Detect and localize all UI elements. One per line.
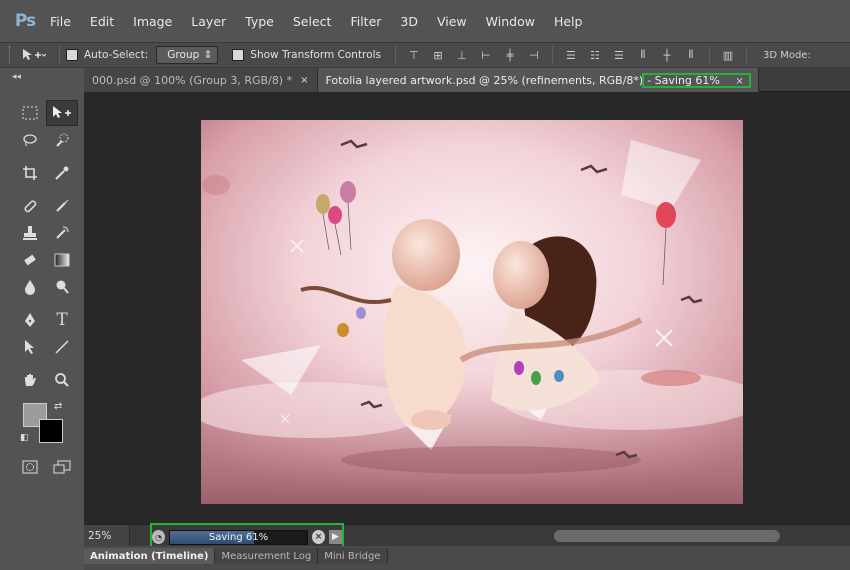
bottom-panel-tabs: Animation (Timeline) Measurement Log Min… xyxy=(84,546,850,570)
document-tab-label: Fotolia layered artwork.psd @ 25% (refin… xyxy=(325,73,644,87)
menu-edit[interactable]: Edit xyxy=(90,14,114,29)
stamp-icon[interactable] xyxy=(14,220,46,246)
menu-file[interactable]: File xyxy=(50,14,71,29)
history-brush-icon[interactable] xyxy=(46,220,78,246)
document-tab-label: 000.psd @ 100% (Group 3, RGB/8) * xyxy=(92,73,293,87)
auto-align-icon[interactable]: ▥ xyxy=(720,47,736,63)
dodge-icon[interactable] xyxy=(46,274,78,300)
align-vcenter-icon[interactable]: ⊞ xyxy=(430,47,446,63)
3d-mode-label: 3D Mode: xyxy=(762,49,811,61)
separator xyxy=(394,46,396,64)
menu-window[interactable]: Window xyxy=(486,14,535,29)
menu-image[interactable]: Image xyxy=(133,14,172,29)
document-tab-2[interactable]: Fotolia layered artwork.psd @ 25% (refin… xyxy=(317,68,759,92)
healing-icon[interactable] xyxy=(14,193,46,219)
transform-controls-label: Show Transform Controls xyxy=(250,49,381,61)
tab-animation-timeline[interactable]: Animation (Timeline) xyxy=(84,548,216,564)
background-color-swatch[interactable] xyxy=(39,419,63,443)
align-top-icon[interactable]: ⊤ xyxy=(406,47,422,63)
separator xyxy=(59,46,60,64)
auto-select-dropdown[interactable]: Group ⇕ xyxy=(156,46,219,64)
menu-type[interactable]: Type xyxy=(245,14,274,29)
zoom-level[interactable]: 25% xyxy=(84,524,130,547)
separator xyxy=(745,46,747,64)
canvas[interactable] xyxy=(201,120,743,504)
saving-status: - Saving 61% xyxy=(647,73,720,87)
distribute-vcenter-icon[interactable]: ☷ xyxy=(587,47,603,63)
menu-3d[interactable]: 3D xyxy=(400,14,418,29)
separator xyxy=(708,46,710,64)
move-icon[interactable] xyxy=(46,100,78,126)
saving-status-highlight: - Saving 61% × xyxy=(642,72,751,88)
lasso-icon[interactable] xyxy=(14,127,46,153)
hand-icon[interactable] xyxy=(14,367,46,393)
saving-progress-bar: Saving 61% xyxy=(168,529,309,545)
gradient-icon[interactable] xyxy=(46,247,78,273)
align-left-icon[interactable]: ⊢ xyxy=(478,47,494,63)
line-icon[interactable] xyxy=(46,334,78,360)
blur-icon[interactable] xyxy=(14,274,46,300)
color-swatches: ⇄ ◧ xyxy=(14,400,80,454)
document-area: 000.psd @ 100% (Group 3, RGB/8) * × Foto… xyxy=(84,68,850,546)
brush-icon[interactable] xyxy=(46,193,78,219)
distribute-left-icon[interactable]: ⦀ xyxy=(635,47,651,63)
tab-mini-bridge[interactable]: Mini Bridge xyxy=(318,548,388,564)
type-icon[interactable]: T xyxy=(46,307,78,333)
move-tool-preset[interactable] xyxy=(13,47,53,63)
status-bar: 25% ◔ Saving 61% × ▶ xyxy=(84,523,850,551)
status-menu-arrow-icon[interactable]: ▶ xyxy=(329,530,342,544)
path-select-icon[interactable] xyxy=(14,334,46,360)
align-hcenter-icon[interactable]: ╪ xyxy=(502,47,518,63)
move-icon xyxy=(23,49,46,60)
document-tab-1[interactable]: 000.psd @ 100% (Group 3, RGB/8) * × xyxy=(84,68,318,92)
align-bottom-icon[interactable]: ⊥ xyxy=(454,47,470,63)
cancel-save-icon[interactable]: × xyxy=(312,530,326,544)
align-right-icon[interactable]: ⊣ xyxy=(526,47,542,63)
options-bar: Auto-Select: Group ⇕ Show Transform Cont… xyxy=(0,42,850,68)
menu-help[interactable]: Help xyxy=(554,14,583,29)
separator xyxy=(551,46,553,64)
horizontal-scrollbar-thumb[interactable] xyxy=(554,530,780,542)
close-icon[interactable]: × xyxy=(300,75,308,86)
crop-icon[interactable] xyxy=(14,160,46,186)
menu-filter[interactable]: Filter xyxy=(350,14,381,29)
eraser-icon[interactable] xyxy=(14,247,46,273)
transform-controls-checkbox[interactable] xyxy=(232,49,245,61)
artwork-image xyxy=(201,120,743,504)
distribute-right-icon[interactable]: ⦀ xyxy=(683,47,699,63)
tools-panel: ◂◂ T ⇄ ◧ xyxy=(10,70,82,550)
close-icon[interactable]: × xyxy=(735,76,743,87)
document-info-icon[interactable]: ◔ xyxy=(152,530,165,544)
collapse-panel-icon[interactable]: ◂◂ xyxy=(12,72,21,82)
swap-colors-icon[interactable]: ⇄ xyxy=(54,401,62,412)
pen-icon[interactable] xyxy=(14,307,46,333)
document-tabs: 000.psd @ 100% (Group 3, RGB/8) * × Foto… xyxy=(84,68,850,92)
distribute-top-icon[interactable]: ☰ xyxy=(563,47,579,63)
updown-icon: ⇕ xyxy=(203,49,213,61)
menu-view[interactable]: View xyxy=(437,14,467,29)
marquee-icon[interactable] xyxy=(14,100,46,126)
tab-measurement-log[interactable]: Measurement Log xyxy=(215,548,319,564)
app-logo: Ps xyxy=(14,11,36,31)
eyedropper-icon[interactable] xyxy=(46,160,78,186)
quick-mask-icon[interactable] xyxy=(14,454,46,480)
zoom-icon[interactable] xyxy=(46,367,78,393)
auto-select-checkbox[interactable] xyxy=(66,49,78,61)
menu-layer[interactable]: Layer xyxy=(191,14,226,29)
distribute-bottom-icon[interactable]: ☰ xyxy=(611,47,627,63)
menu-bar: Ps File Edit Image Layer Type Select Fil… xyxy=(0,0,850,42)
auto-select-label: Auto-Select: xyxy=(84,49,149,61)
screen-mode-icon[interactable] xyxy=(46,454,78,480)
default-colors-icon[interactable]: ◧ xyxy=(20,433,29,443)
progress-label: Saving 61% xyxy=(208,531,269,543)
quick-select-icon[interactable] xyxy=(46,127,78,153)
auto-select-value: Group xyxy=(167,49,200,61)
menu-select[interactable]: Select xyxy=(293,14,332,29)
distribute-hcenter-icon[interactable]: ┼ xyxy=(659,47,675,63)
